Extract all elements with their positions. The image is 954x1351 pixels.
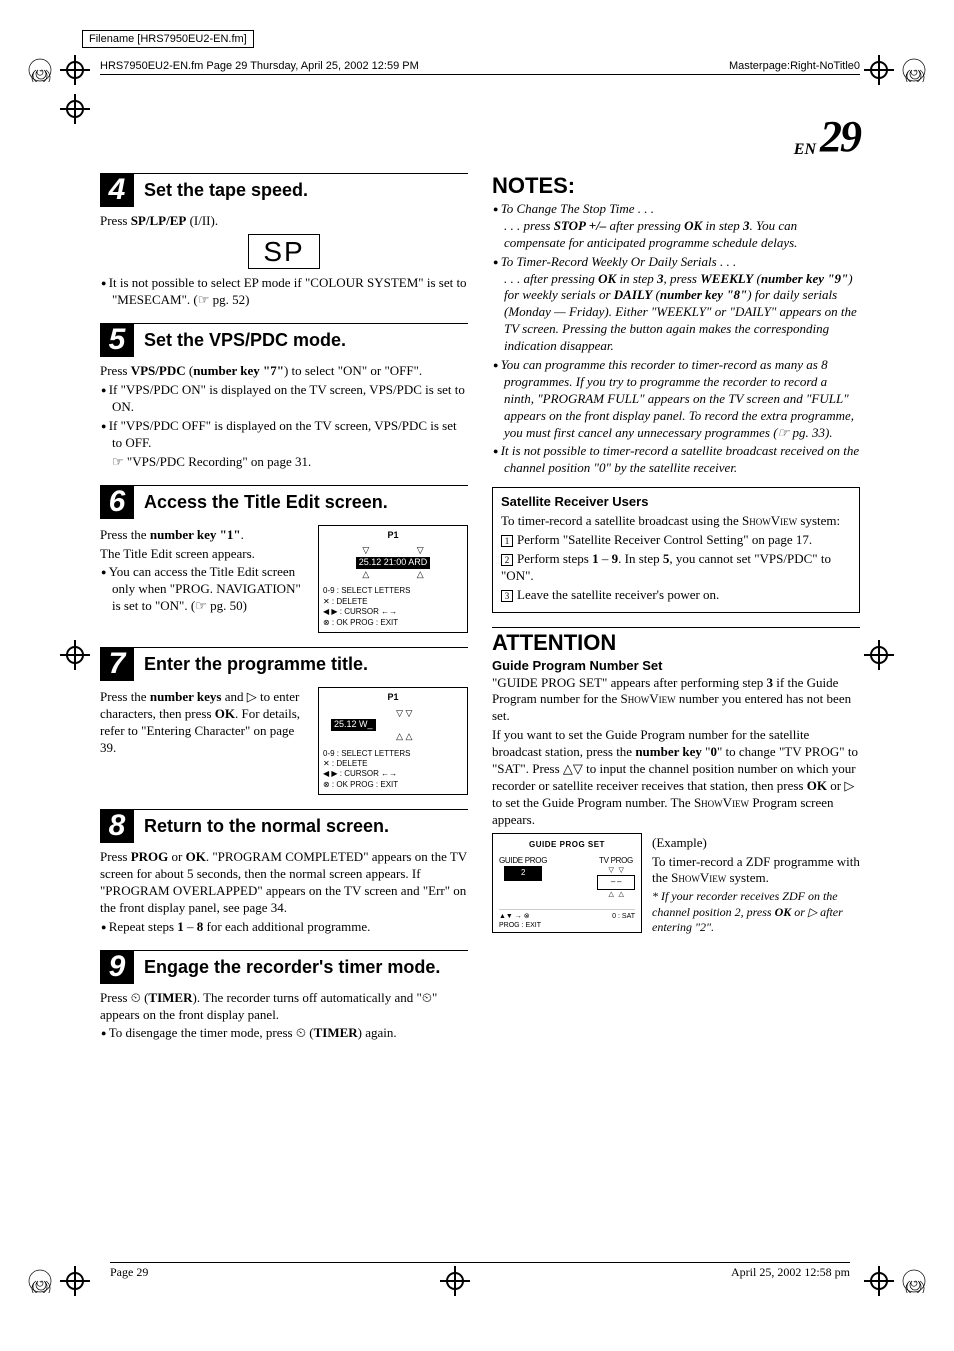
step-7: 7 Enter the programme title. Press the n…	[100, 647, 468, 795]
header-left: HRS7950EU2-EN.fm Page 29 Thursday, April…	[100, 60, 419, 72]
step-number: 8	[100, 809, 134, 843]
step-4-instruction: Press SP/LP/EP (I/II).	[100, 213, 468, 230]
registration-spiral-icon	[28, 58, 52, 82]
figure-label: P1	[323, 692, 463, 704]
step-6-instruction-1: Press the number key "1".	[100, 527, 308, 544]
crop-mark-icon	[864, 640, 894, 670]
guide-fig-legend-left: ▲▼ → ⊗ PROG : EXIT	[499, 912, 541, 930]
figure-legend: ✕ : DELETE	[323, 759, 463, 769]
attention-p1: "GUIDE PROG SET" appears after performin…	[492, 675, 860, 726]
figure-label: P1	[323, 530, 463, 542]
step-6: 6 Access the Title Edit screen. Press th…	[100, 485, 468, 633]
registration-spiral-icon	[28, 1269, 52, 1293]
footer-right: April 25, 2002 12:58 pm	[731, 1265, 850, 1280]
guide-fig-legend-right: 0 : SAT	[612, 912, 635, 930]
sp-display-icon: SP	[248, 234, 320, 270]
crop-mark-icon	[60, 94, 90, 124]
guide-fig-gp-value: 2	[504, 866, 542, 880]
step-number: 4	[100, 173, 134, 207]
registration-spiral-icon	[902, 58, 926, 82]
step-title: Access the Title Edit screen.	[144, 492, 388, 513]
crop-mark-icon	[60, 640, 90, 670]
page-number-value: 29	[820, 112, 860, 161]
satellite-item-2: 2Perform steps 1 – 9. In step 5, you can…	[501, 551, 851, 585]
figure-legend: ✕ : DELETE	[323, 597, 463, 607]
step-number: 9	[100, 950, 134, 984]
step-9: 9 Engage the recorder's timer mode. Pres…	[100, 950, 468, 1043]
note-2: To Timer-Record Weekly Or Daily Serials …	[492, 254, 860, 355]
registration-spiral-icon	[902, 1269, 926, 1293]
note-3: You can programme this recorder to timer…	[492, 357, 860, 441]
step-number: 7	[100, 647, 134, 681]
page-number: EN 29	[100, 115, 860, 159]
step-title: Return to the normal screen.	[144, 816, 389, 837]
title-edit-screen-figure: P1 ▽ ▽ 25.12 21:00 ARD △ △ 0-9 : SELECT …	[318, 525, 468, 633]
step-title: Enter the programme title.	[144, 654, 368, 675]
guide-fig-tp-label: TV PROG	[597, 856, 635, 866]
title-entry-screen-figure: P1 ▽ ▽ 25.12 W_ △ △ 0-9 : SELECT LETTERS…	[318, 687, 468, 795]
figure-line: 25.12 21:00 ARD	[356, 557, 431, 569]
figure-legend: ◀ ▶ : CURSOR ←→	[323, 769, 463, 779]
step-title: Set the tape speed.	[144, 180, 308, 201]
step-5-instruction: Press VPS/PDC (number key "7") to select…	[100, 363, 468, 380]
attention-heading: ATTENTION	[492, 627, 860, 656]
guide-fig-title: GUIDE PROG SET	[499, 840, 635, 850]
step-8: 8 Return to the normal screen. Press PRO…	[100, 809, 468, 935]
step-4-bullet: It is not possible to select EP mode if …	[100, 275, 468, 309]
figure-legend: 0-9 : SELECT LETTERS	[323, 749, 463, 759]
satellite-users-box: Satellite Receiver Users To timer-record…	[492, 487, 860, 612]
example-heading: (Example)	[652, 835, 860, 852]
page-number-en: EN	[794, 141, 816, 158]
header-bar: HRS7950EU2-EN.fm Page 29 Thursday, April…	[100, 60, 860, 75]
step-7-instruction: Press the number keys and ▷ to enter cha…	[100, 689, 308, 757]
step-title: Engage the recorder's timer mode.	[144, 957, 440, 978]
step-9-instruction: Press ⏲ (TIMER). The recorder turns off …	[100, 990, 468, 1024]
step-5-bullet-2: If "VPS/PDC OFF" is displayed on the TV …	[100, 418, 468, 452]
header-right: Masterpage:Right-NoTitle0	[729, 60, 860, 72]
step-6-bullet: You can access the Title Edit screen onl…	[100, 564, 308, 615]
step-8-bullet: Repeat steps 1 – 8 for each additional p…	[100, 919, 468, 936]
note-1: To Change The Stop Time . . . . . . pres…	[492, 201, 860, 252]
satellite-heading: Satellite Receiver Users	[501, 494, 851, 511]
example-note: * If your recorder receives ZDF on the c…	[652, 889, 860, 936]
figure-legend: ⊗ : OK PROG : EXIT	[323, 618, 463, 628]
crop-mark-icon	[60, 1266, 90, 1296]
step-number: 6	[100, 485, 134, 519]
step-8-instruction: Press PROG or OK. "PROGRAM COMPLETED" ap…	[100, 849, 468, 917]
guide-fig-gp-label: GUIDE PROG	[499, 856, 547, 866]
guide-fig-tp-value: – –	[597, 875, 635, 889]
figure-legend: ◀ ▶ : CURSOR ←→	[323, 607, 463, 617]
footer-left: Page 29	[110, 1265, 148, 1280]
satellite-intro: To timer-record a satellite broadcast us…	[501, 513, 851, 530]
step-5: 5 Set the VPS/PDC mode. Press VPS/PDC (n…	[100, 323, 468, 470]
filename-box: Filename [HRS7950EU2-EN.fm]	[82, 30, 254, 48]
attention-p2: If you want to set the Guide Program num…	[492, 727, 860, 828]
note-4: It is not possible to timer-record a sat…	[492, 443, 860, 477]
figure-legend: 0-9 : SELECT LETTERS	[323, 586, 463, 596]
example-text: To timer-record a ZDF programme with the…	[652, 854, 860, 888]
footer-bar: Page 29 April 25, 2002 12:58 pm	[110, 1262, 850, 1280]
figure-legend: ⊗ : OK PROG : EXIT	[323, 780, 463, 790]
step-title: Set the VPS/PDC mode.	[144, 330, 346, 351]
attention-subheading: Guide Program Number Set	[492, 658, 860, 673]
crop-mark-icon	[60, 55, 90, 85]
step-4: 4 Set the tape speed. Press SP/LP/EP (I/…	[100, 173, 468, 309]
crop-mark-icon	[864, 1266, 894, 1296]
step-6-instruction-2: The Title Edit screen appears.	[100, 546, 308, 563]
satellite-item-3: 3Leave the satellite receiver's power on…	[501, 587, 851, 604]
right-column: NOTES: To Change The Stop Time . . . . .…	[492, 173, 860, 1056]
figure-line: 25.12 W_	[331, 719, 376, 731]
notes-heading: NOTES:	[492, 173, 860, 199]
step-number: 5	[100, 323, 134, 357]
step-9-bullet: To disengage the timer mode, press ⏲ (TI…	[100, 1025, 468, 1042]
satellite-item-1: 1Perform "Satellite Receiver Control Set…	[501, 532, 851, 549]
crop-mark-icon	[864, 55, 894, 85]
step-5-bullet-1: If "VPS/PDC ON" is displayed on the TV s…	[100, 382, 468, 416]
guide-prog-figure: GUIDE PROG SET GUIDE PROG 2 TV PROG ▽ ▽ …	[492, 833, 642, 934]
step-5-ref: ☞ "VPS/PDC Recording" on page 31.	[100, 454, 468, 471]
left-column: 4 Set the tape speed. Press SP/LP/EP (I/…	[100, 173, 468, 1056]
